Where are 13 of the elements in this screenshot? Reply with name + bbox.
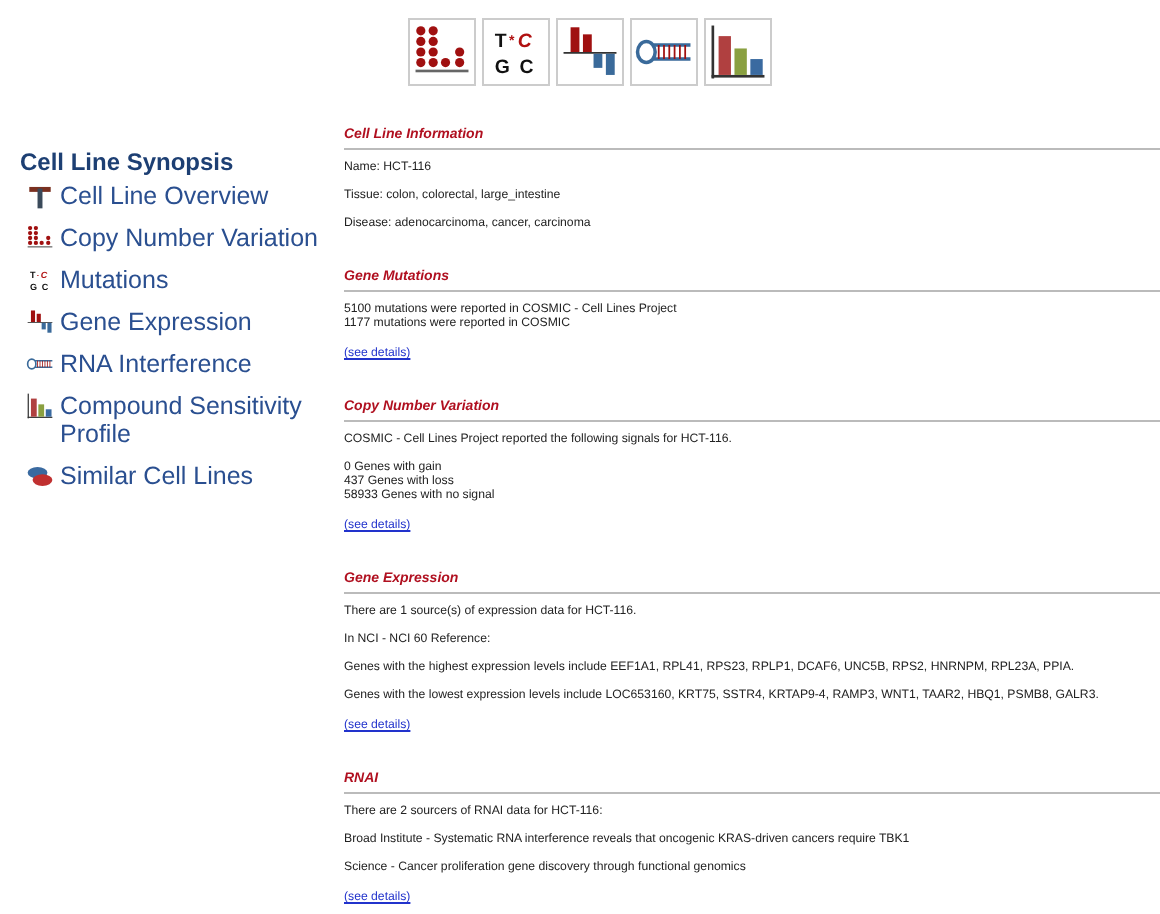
sidebar-link[interactable]: Similar Cell Lines xyxy=(60,462,254,490)
sidebar-link[interactable]: Cell Line Overview xyxy=(60,182,269,210)
sidebar-link[interactable]: RNA Interference xyxy=(60,350,252,378)
sidebar-link[interactable]: Mutations xyxy=(60,266,169,294)
dot-plot-icon xyxy=(26,224,54,252)
bar-chart-icon xyxy=(26,392,54,420)
sidebar-title: Cell Line Synopsis xyxy=(20,148,236,176)
sidebar-link[interactable]: Gene Expression xyxy=(60,308,252,336)
tee-icon xyxy=(26,182,54,210)
bar-up-down-icon xyxy=(26,308,54,336)
sidebar-link[interactable]: Copy Number Variation xyxy=(60,224,318,252)
sidebar-link[interactable]: Compound Sensitivity Profile xyxy=(60,392,320,448)
ovals-icon xyxy=(26,462,54,490)
